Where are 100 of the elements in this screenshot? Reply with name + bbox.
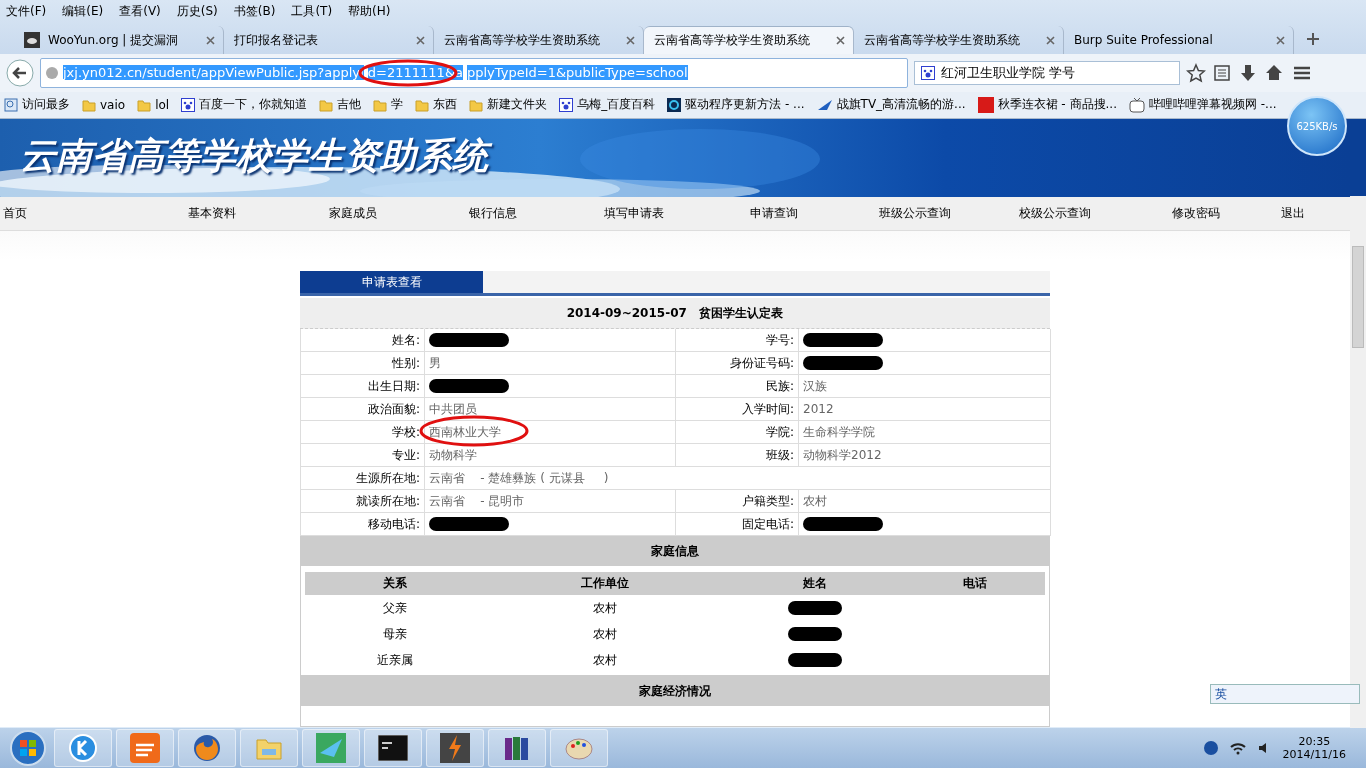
field-label: 政治面貌:: [301, 398, 425, 422]
close-icon[interactable]: [836, 36, 845, 45]
table-cell-text: 父亲: [382, 599, 408, 617]
bookmark-item[interactable]: 秋季连衣裙 - 商品搜...: [977, 96, 1117, 114]
paw-icon: [559, 97, 574, 112]
field-label: 入学时间:: [676, 398, 799, 422]
nav-link[interactable]: 校级公示查询: [1016, 204, 1092, 222]
browser-tab[interactable]: 云南省高等学校学生资助系统: [644, 26, 854, 54]
field-value: 动物科学2012: [799, 444, 1051, 468]
menu-item[interactable]: 查看(V): [119, 2, 161, 20]
field-value: 西南林业大学: [425, 421, 676, 445]
menu-item[interactable]: 工具(T): [291, 2, 333, 20]
bookmark-item[interactable]: 驱动程序更新方法 - ...: [667, 96, 805, 114]
nav-link[interactable]: 家庭成员: [325, 204, 377, 222]
menu-item[interactable]: 编辑(E): [62, 2, 104, 20]
panel-tab[interactable]: 申请表查看: [300, 271, 483, 294]
nav-link[interactable]: 银行信息: [466, 204, 518, 222]
table-cell-text: 农村: [592, 651, 618, 669]
home-icon[interactable]: [1264, 62, 1284, 83]
stripes-app-icon: [130, 733, 160, 764]
column-header: 工作单位: [485, 572, 725, 596]
star-icon[interactable]: [1186, 62, 1206, 83]
bookmark-item[interactable]: 乌梅_百度百科: [559, 96, 656, 114]
table-cell-text: 农村: [592, 625, 618, 643]
folder-icon: [137, 97, 152, 112]
app-icon: [667, 97, 682, 112]
field-value: 云南省 - 昆明市: [425, 490, 676, 514]
close-icon[interactable]: [1046, 35, 1055, 45]
tv-icon: [1128, 96, 1145, 113]
close-icon[interactable]: [626, 35, 635, 45]
bookmark-item[interactable]: 学: [373, 96, 404, 114]
nav-link[interactable]: 基本资料: [185, 204, 237, 222]
bookmark-item[interactable]: 百度一下，你就知道: [181, 96, 308, 114]
bookmark-item[interactable]: 哔哩哔哩弹幕视频网 -...: [1128, 96, 1277, 114]
new-tab-icon[interactable]: [1306, 32, 1320, 46]
field-label: 姓名:: [301, 329, 425, 353]
menu-item[interactable]: 书签(B): [233, 2, 276, 20]
folder-icon: [415, 97, 430, 112]
folder-icon: [319, 97, 334, 112]
field-label: 民族:: [676, 375, 799, 399]
field-value: 男: [425, 352, 676, 376]
scrollbar-thumb[interactable]: [1352, 246, 1364, 348]
close-icon[interactable]: [416, 35, 425, 45]
folder-icon: [373, 97, 388, 112]
menu-item[interactable]: 帮助(H): [348, 2, 391, 20]
field-value: 动物科学: [425, 444, 676, 468]
search-field[interactable]: 红河卫生职业学院 学号: [914, 60, 1180, 85]
paw-icon: [181, 97, 196, 112]
section-title: 家庭信息: [300, 536, 1050, 567]
ime-mode[interactable]: 英: [1215, 685, 1227, 703]
bookmark-item[interactable]: 吉他: [319, 96, 362, 114]
nav-link[interactable]: 修改密码: [1168, 204, 1220, 222]
bookmark-item[interactable]: 东西: [415, 96, 458, 114]
nav-link[interactable]: 申请查询: [747, 204, 799, 222]
bookmark-item[interactable]: vaio: [82, 97, 126, 112]
column-header: 关系: [305, 572, 485, 596]
wifi-icon[interactable]: [1228, 740, 1247, 757]
firefox-icon: [192, 733, 222, 764]
nav-link[interactable]: 首页: [0, 204, 27, 222]
plane-icon: [816, 97, 833, 112]
close-icon[interactable]: [206, 35, 215, 45]
field-label: 专业:: [301, 444, 425, 468]
bookmark-item[interactable]: 新建文件夹: [469, 96, 548, 114]
taskbar-app[interactable]: [426, 729, 484, 768]
menu-item[interactable]: 历史(S): [176, 2, 218, 20]
nav-link[interactable]: 填写申请表: [600, 204, 664, 222]
field-label: 户籍类型:: [676, 490, 799, 514]
lightning-icon: [440, 733, 470, 764]
table-cell-text: 农村: [592, 599, 618, 617]
section-title: 家庭经济情况: [300, 676, 1050, 707]
folder-icon: [82, 97, 96, 112]
close-icon[interactable]: [1276, 35, 1285, 45]
nav-link[interactable]: 退出: [1264, 204, 1305, 222]
cloud-icon: [24, 32, 40, 48]
nav-link[interactable]: 班级公示查询: [875, 204, 951, 222]
field-label: 性别:: [301, 352, 425, 376]
bookmark-item[interactable]: lol: [137, 97, 170, 112]
table-cell-text: 近亲属: [376, 651, 414, 669]
bookmark-item[interactable]: 战旗TV_高清流畅的游...: [816, 96, 966, 114]
field-label: 学院:: [676, 421, 799, 445]
paw-icon: [921, 65, 935, 80]
clock-date: 2014/11/16: [1282, 748, 1346, 762]
k-app-icon: [68, 733, 98, 764]
folder-icon: [469, 97, 484, 112]
taskbar-app[interactable]: [364, 729, 422, 768]
field-label: 生源所在地:: [301, 467, 425, 491]
field-label: 出生日期:: [301, 375, 425, 399]
clock-time: 20:35: [1298, 735, 1331, 749]
bookmark-item[interactable]: 访问最多: [4, 96, 70, 114]
back-icon[interactable]: [6, 58, 34, 87]
taskbar-app[interactable]: [488, 729, 546, 768]
field-value: 云南省 - 楚雄彝族 ( 元谋县 ): [425, 467, 1051, 491]
download-icon[interactable]: [1238, 62, 1258, 83]
menu-item[interactable]: 文件(F): [6, 2, 47, 20]
field-label: 就读所在地:: [301, 490, 425, 514]
field-label: 班级:: [676, 444, 799, 468]
field-value: 汉族: [799, 375, 1051, 399]
page-icon: [4, 97, 18, 112]
reading-list-icon[interactable]: [1212, 62, 1232, 83]
column-header: 姓名: [725, 572, 905, 596]
